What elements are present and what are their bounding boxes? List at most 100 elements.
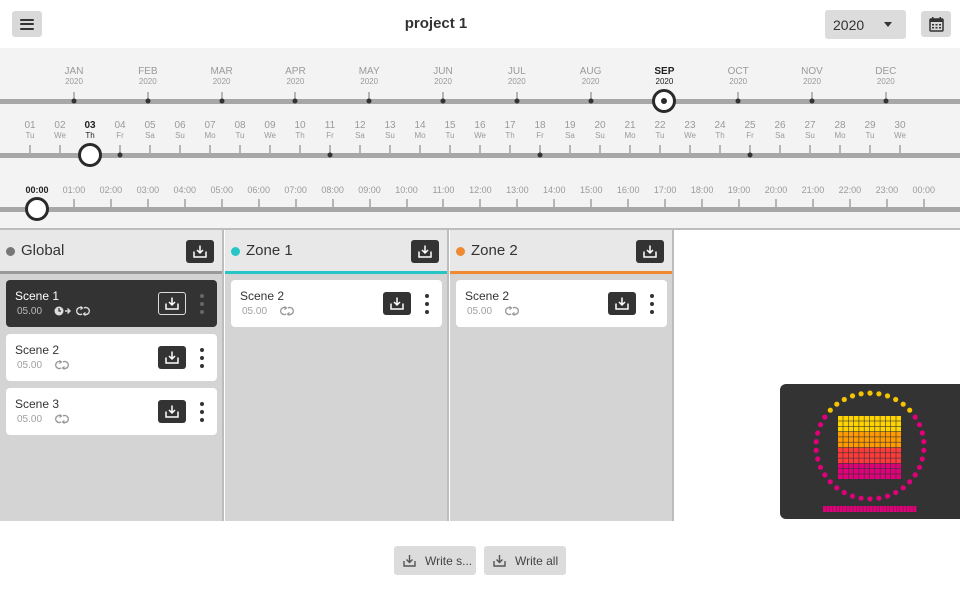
month-label[interactable]: MAY 2020: [359, 66, 380, 86]
month-label[interactable]: JUN 2020: [433, 66, 452, 86]
day-label[interactable]: 05 Sa: [144, 120, 155, 140]
day-label[interactable]: 11 Fr: [325, 120, 335, 140]
month-label[interactable]: MAR 2020: [210, 66, 232, 86]
day-label[interactable]: 25 Fr: [744, 120, 755, 140]
day-label[interactable]: 08 Tu: [234, 120, 245, 140]
hour-label[interactable]: 20:00: [765, 185, 788, 196]
more-options-icon[interactable]: [422, 294, 432, 314]
day-label[interactable]: 18 Fr: [534, 120, 545, 140]
day-label[interactable]: 03 Th: [84, 120, 95, 140]
zone-header[interactable]: Zone 2: [450, 230, 672, 274]
hour-label[interactable]: 16:00: [617, 185, 640, 196]
day-label[interactable]: 16 We: [474, 120, 486, 140]
hour-label[interactable]: 00:00: [25, 185, 48, 196]
day-label[interactable]: 29 Tu: [864, 120, 875, 140]
scene-write-button[interactable]: [158, 400, 186, 423]
day-label[interactable]: 19 Sa: [564, 120, 575, 140]
zone-header[interactable]: Zone 1: [225, 230, 447, 274]
scene-card[interactable]: Scene 2 05.00: [456, 280, 667, 327]
year-select[interactable]: 2020: [825, 10, 906, 39]
hour-track[interactable]: [0, 207, 960, 212]
month-scale[interactable]: JAN 2020 FEB 2020 MAR 2020 APR 2020 MAY 2020 JUN 20…: [0, 48, 960, 113]
day-label[interactable]: 12 Sa: [354, 120, 365, 140]
day-label[interactable]: 23 We: [684, 120, 696, 140]
hour-label[interactable]: 06:00: [247, 185, 270, 196]
hour-label[interactable]: 00:00: [913, 185, 936, 196]
hour-label[interactable]: 21:00: [802, 185, 825, 196]
day-weekday: Fr: [116, 131, 124, 140]
hour-label[interactable]: 04:00: [174, 185, 197, 196]
day-label[interactable]: 22 Tu: [654, 120, 665, 140]
hour-label[interactable]: 09:00: [358, 185, 381, 196]
day-label[interactable]: 17 Th: [504, 120, 515, 140]
day-label[interactable]: 06 Su: [174, 120, 185, 140]
zone-write-button[interactable]: [411, 240, 439, 263]
write-selected-button[interactable]: Write s...: [394, 546, 476, 575]
hour-label[interactable]: 13:00: [506, 185, 529, 196]
hour-label[interactable]: 19:00: [728, 185, 751, 196]
hour-label[interactable]: 22:00: [839, 185, 862, 196]
hour-label[interactable]: 12:00: [469, 185, 492, 196]
month-label[interactable]: SEP 2020: [654, 66, 674, 86]
hour-label[interactable]: 15:00: [580, 185, 603, 196]
day-label[interactable]: 09 We: [264, 120, 276, 140]
scene-write-button[interactable]: [383, 292, 411, 315]
month-label[interactable]: FEB 2020: [138, 66, 157, 86]
day-label[interactable]: 15 Tu: [444, 120, 455, 140]
scene-write-button[interactable]: [158, 346, 186, 369]
day-scale[interactable]: 01 Tu 02 We 03 Th 04 Fr 05 Sa 06 Su 07 Mo 08 Tu 09 We 10 Th…: [0, 108, 960, 167]
day-label[interactable]: 21 Mo: [624, 120, 635, 140]
zone-header[interactable]: Global: [0, 230, 222, 274]
day-label[interactable]: 01 Tu: [24, 120, 35, 140]
day-label[interactable]: 02 We: [54, 120, 66, 140]
day-label[interactable]: 04 Fr: [114, 120, 125, 140]
month-track[interactable]: [0, 99, 960, 104]
hour-label[interactable]: 18:00: [691, 185, 714, 196]
write-all-button[interactable]: Write all: [484, 546, 566, 575]
hour-label[interactable]: 08:00: [321, 185, 344, 196]
day-label[interactable]: 24 Th: [714, 120, 725, 140]
scene-card[interactable]: Scene 3 05.00: [6, 388, 217, 435]
hour-label[interactable]: 10:00: [395, 185, 418, 196]
hour-label[interactable]: 07:00: [284, 185, 307, 196]
hour-label[interactable]: 02:00: [100, 185, 123, 196]
hour-label[interactable]: 01:00: [63, 185, 86, 196]
hour-label[interactable]: 23:00: [876, 185, 899, 196]
more-options-icon[interactable]: [197, 402, 207, 422]
month-label[interactable]: DEC 2020: [875, 66, 896, 86]
hour-label[interactable]: 05:00: [210, 185, 233, 196]
more-options-icon[interactable]: [197, 294, 207, 314]
day-label[interactable]: 10 Th: [294, 120, 305, 140]
hour-label[interactable]: 11:00: [433, 185, 455, 196]
zone-write-button[interactable]: [636, 240, 664, 263]
scene-write-button[interactable]: [158, 292, 186, 315]
hour-label[interactable]: 14:00: [543, 185, 566, 196]
more-options-icon[interactable]: [647, 294, 657, 314]
hour-label[interactable]: 03:00: [137, 185, 160, 196]
month-label[interactable]: JUL 2020: [508, 66, 526, 86]
more-options-icon[interactable]: [197, 348, 207, 368]
month-label[interactable]: JAN 2020: [65, 66, 84, 86]
day-track[interactable]: [0, 153, 960, 158]
calendar-button[interactable]: [921, 11, 951, 37]
month-label[interactable]: APR 2020: [285, 66, 306, 86]
day-label[interactable]: 28 Mo: [834, 120, 845, 140]
month-label[interactable]: AUG 2020: [580, 66, 602, 86]
day-label[interactable]: 14 Mo: [414, 120, 425, 140]
month-label[interactable]: OCT 2020: [728, 66, 749, 86]
hour-scale[interactable]: 00:00 01:00 02:00 03:00 04:00 05:00 06:00 07:00…: [0, 163, 960, 228]
scene-card[interactable]: Scene 2 05.00: [231, 280, 442, 327]
scene-card[interactable]: Scene 2 05.00: [6, 334, 217, 381]
scene-card[interactable]: Scene 1 05.00: [6, 280, 217, 327]
scene-write-button[interactable]: [608, 292, 636, 315]
day-label[interactable]: 26 Sa: [774, 120, 785, 140]
hour-handle[interactable]: [25, 197, 49, 221]
day-label[interactable]: 20 Su: [594, 120, 605, 140]
month-label[interactable]: NOV 2020: [801, 66, 823, 86]
day-label[interactable]: 27 Su: [804, 120, 815, 140]
day-label[interactable]: 13 Su: [384, 120, 395, 140]
hour-label[interactable]: 17:00: [654, 185, 677, 196]
day-label[interactable]: 07 Mo: [204, 120, 215, 140]
zone-write-button[interactable]: [186, 240, 214, 263]
day-label[interactable]: 30 We: [894, 120, 906, 140]
